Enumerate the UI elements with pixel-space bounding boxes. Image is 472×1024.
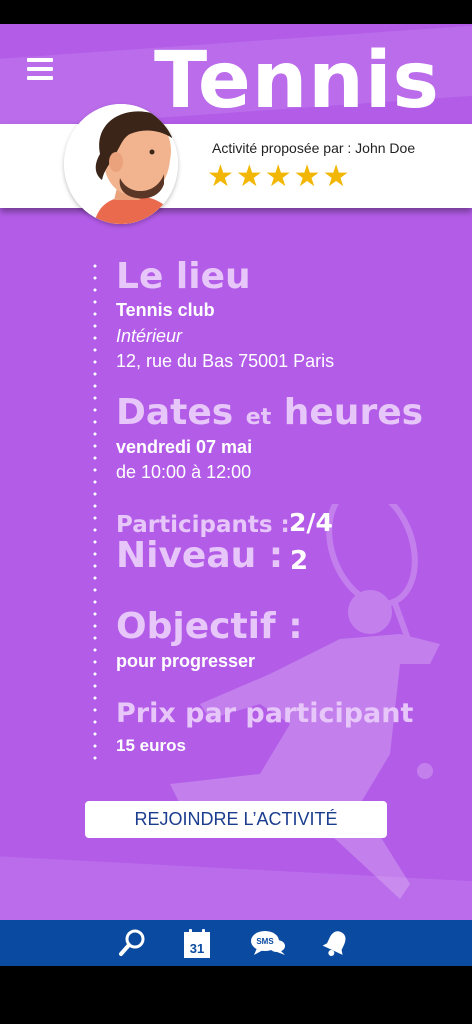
proposer-label: Activité proposée par : John Doe (212, 140, 416, 156)
sms-icon[interactable]: SMS (249, 927, 287, 959)
activity-time: de 10:00 à 12:00 (116, 462, 252, 482)
dates-heading-word: Dates (116, 392, 234, 433)
section-dates-heading: Dates et heures (116, 392, 423, 433)
avatar-illustration (64, 104, 178, 224)
sms-label: SMS (256, 937, 274, 946)
menu-icon-bar (27, 67, 53, 71)
avatar (64, 104, 178, 224)
activity-screen: Tennis Activité proposée par : John Doe … (0, 24, 472, 920)
bottom-nav: 31 SMS (0, 920, 472, 966)
section-lieu-heading: Le lieu (116, 256, 251, 297)
menu-icon-bar (27, 76, 53, 80)
notification-bell-icon[interactable] (320, 927, 352, 959)
venue-type: Intérieur (116, 326, 183, 346)
objectif-value: pour progresser (116, 651, 256, 671)
venue-name: Tennis club (116, 300, 215, 320)
menu-button[interactable] (27, 58, 53, 80)
rating-stars: ★★★★★ (207, 160, 352, 193)
calendar-icon[interactable]: 31 (184, 929, 210, 958)
calendar-day: 31 (184, 939, 210, 958)
calendar-header (184, 932, 210, 939)
join-activity-button[interactable]: REJOINDRE L’ACTIVITÉ (85, 801, 387, 838)
niveau-label: Niveau : (116, 535, 284, 576)
section-objectif-heading: Objectif : (116, 606, 303, 647)
search-icon[interactable] (116, 927, 148, 959)
activity-date: vendredi 07 mai (116, 437, 253, 457)
dates-heading-connector: et (245, 405, 272, 430)
niveau-value: 2 (290, 546, 309, 576)
venue-address: 12, rue du Bas 75001 Paris (116, 351, 335, 371)
timeline-dots (93, 260, 97, 760)
participants-count: 2/4 (289, 508, 333, 537)
page-title: Tennis (154, 36, 440, 126)
prix-value: 15 euros (116, 736, 186, 755)
menu-icon-bar (27, 58, 53, 62)
section-prix-heading: Prix par participant (116, 698, 414, 729)
dates-heading-word: heures (283, 392, 424, 433)
